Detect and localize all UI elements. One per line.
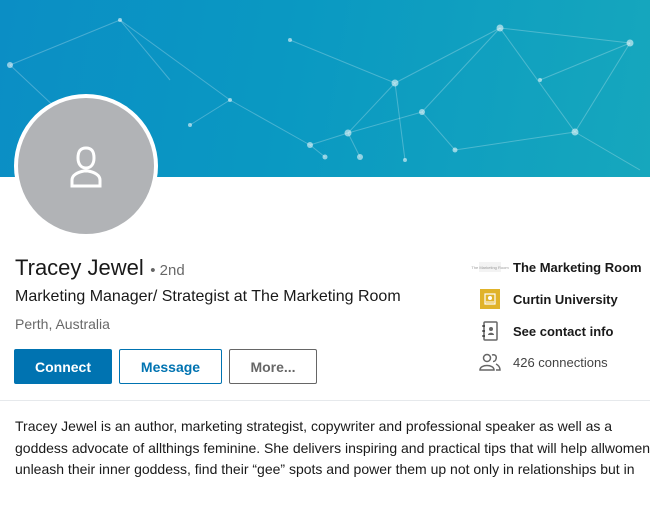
- connections-icon: [479, 351, 501, 373]
- contact-card-icon: [479, 320, 501, 342]
- curtin-logo-icon: [480, 289, 500, 309]
- sidebar-item-connections[interactable]: 426 connections: [479, 351, 608, 373]
- sidebar-item-contact[interactable]: See contact info: [479, 320, 613, 342]
- avatar-placeholder: [18, 98, 154, 234]
- connect-button[interactable]: Connect: [14, 349, 112, 384]
- summary-line: unleash their inner goddess, find their …: [15, 461, 635, 477]
- profile-avatar[interactable]: [14, 94, 158, 238]
- school-logo: [479, 288, 501, 310]
- section-divider: [0, 400, 650, 401]
- message-button[interactable]: Message: [119, 349, 222, 384]
- sidebar-item-company[interactable]: The Marketing Room The Marketing Room: [471, 256, 642, 278]
- summary-line: goddess advocate of allthings feminine. …: [15, 439, 650, 456]
- sidebar-item-school[interactable]: Curtin University: [479, 288, 618, 310]
- sidebar-school-label: Curtin University: [513, 291, 618, 307]
- more-button[interactable]: More...: [229, 349, 317, 384]
- person-icon: [70, 146, 102, 188]
- summary-line: Tracey Jewel is an author, marketing str…: [15, 418, 613, 434]
- profile-name-row: Tracey Jewel • 2nd: [15, 255, 185, 281]
- company-logo: The Marketing Room: [471, 256, 509, 278]
- profile-location: Perth, Australia: [15, 316, 110, 332]
- sidebar-contact-label: See contact info: [513, 323, 614, 339]
- marketing-room-logo: The Marketing Room: [471, 262, 509, 272]
- sidebar-connections-label: 426 connections: [513, 354, 608, 370]
- connection-degree: • 2nd: [150, 262, 185, 279]
- profile-name: Tracey Jewel: [15, 255, 144, 280]
- sidebar-company-label: The Marketing Room: [513, 259, 642, 275]
- profile-headline: Marketing Manager/ Strategist at The Mar…: [15, 288, 401, 305]
- profile-summary: Tracey Jewel is an author, marketing str…: [15, 416, 650, 481]
